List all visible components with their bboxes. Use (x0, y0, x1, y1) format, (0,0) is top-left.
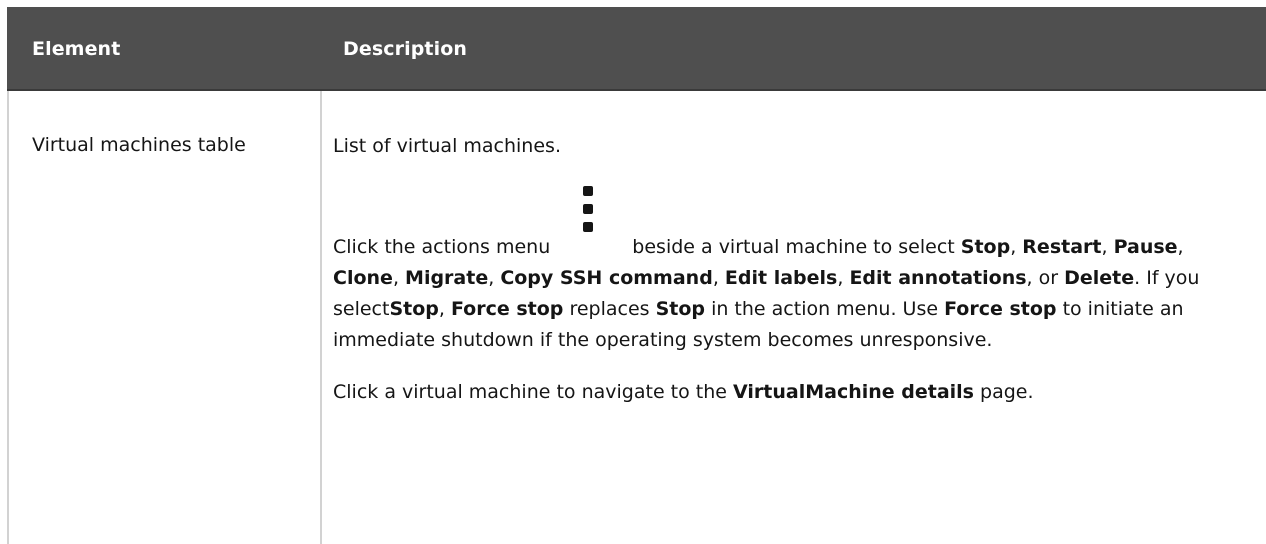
text-segment: in the action menu. Use (705, 298, 945, 320)
kebab-vertical-icon (550, 186, 626, 253)
action-edit-labels: Edit labels (724, 267, 838, 289)
text-segment: beside a virtual machine to select (626, 236, 961, 258)
text-segment: Click a virtual machine to navigate to t… (333, 381, 734, 403)
description-paragraph-3: Click a virtual machine to navigate to t… (333, 377, 1228, 408)
description-paragraph-2: Click the actions menu beside a virtual … (333, 186, 1228, 356)
separator: , (438, 298, 451, 320)
action-copy-ssh-command: Copy SSH command (500, 267, 713, 289)
table-row: Virtual machines table List of virtual m… (7, 91, 1266, 544)
cell-element: Virtual machines table (32, 134, 246, 156)
action-stop: Stop (960, 236, 1011, 258)
text-segment: page. (974, 381, 1034, 403)
header-description: Description (343, 38, 467, 60)
separator: , (712, 267, 725, 289)
action-restart: Restart (1022, 236, 1102, 258)
action-pause: Pause (1113, 236, 1178, 258)
action-stop: Stop (655, 298, 706, 320)
action-edit-annotations: Edit annotations (849, 267, 1027, 289)
column-divider (320, 91, 322, 544)
action-delete: Delete (1064, 267, 1135, 289)
text-segment: replaces (563, 298, 656, 320)
action-force-stop: Force stop (450, 298, 564, 320)
action-force-stop: Force stop (944, 298, 1057, 320)
separator: , (1101, 236, 1114, 258)
separator: , or (1026, 267, 1065, 289)
header-element: Element (32, 38, 121, 60)
description-table: Element Description Virtual machines tab… (7, 7, 1266, 544)
cell-description: List of virtual machines. Click the acti… (333, 131, 1228, 408)
action-clone: Clone (333, 267, 393, 289)
separator: , (1177, 236, 1184, 258)
separator: , (488, 267, 501, 289)
separator: , (837, 267, 850, 289)
virtualmachine-details-page: VirtualMachine details (733, 381, 974, 403)
description-paragraph-1: List of virtual machines. (333, 135, 561, 157)
separator: , (392, 267, 406, 289)
row-left-border (7, 91, 9, 544)
action-stop: Stop (389, 298, 439, 320)
separator: , (1010, 236, 1023, 258)
text-segment: Click the actions menu (333, 236, 551, 258)
action-migrate: Migrate (405, 267, 489, 289)
table-header: Element Description (7, 7, 1266, 91)
